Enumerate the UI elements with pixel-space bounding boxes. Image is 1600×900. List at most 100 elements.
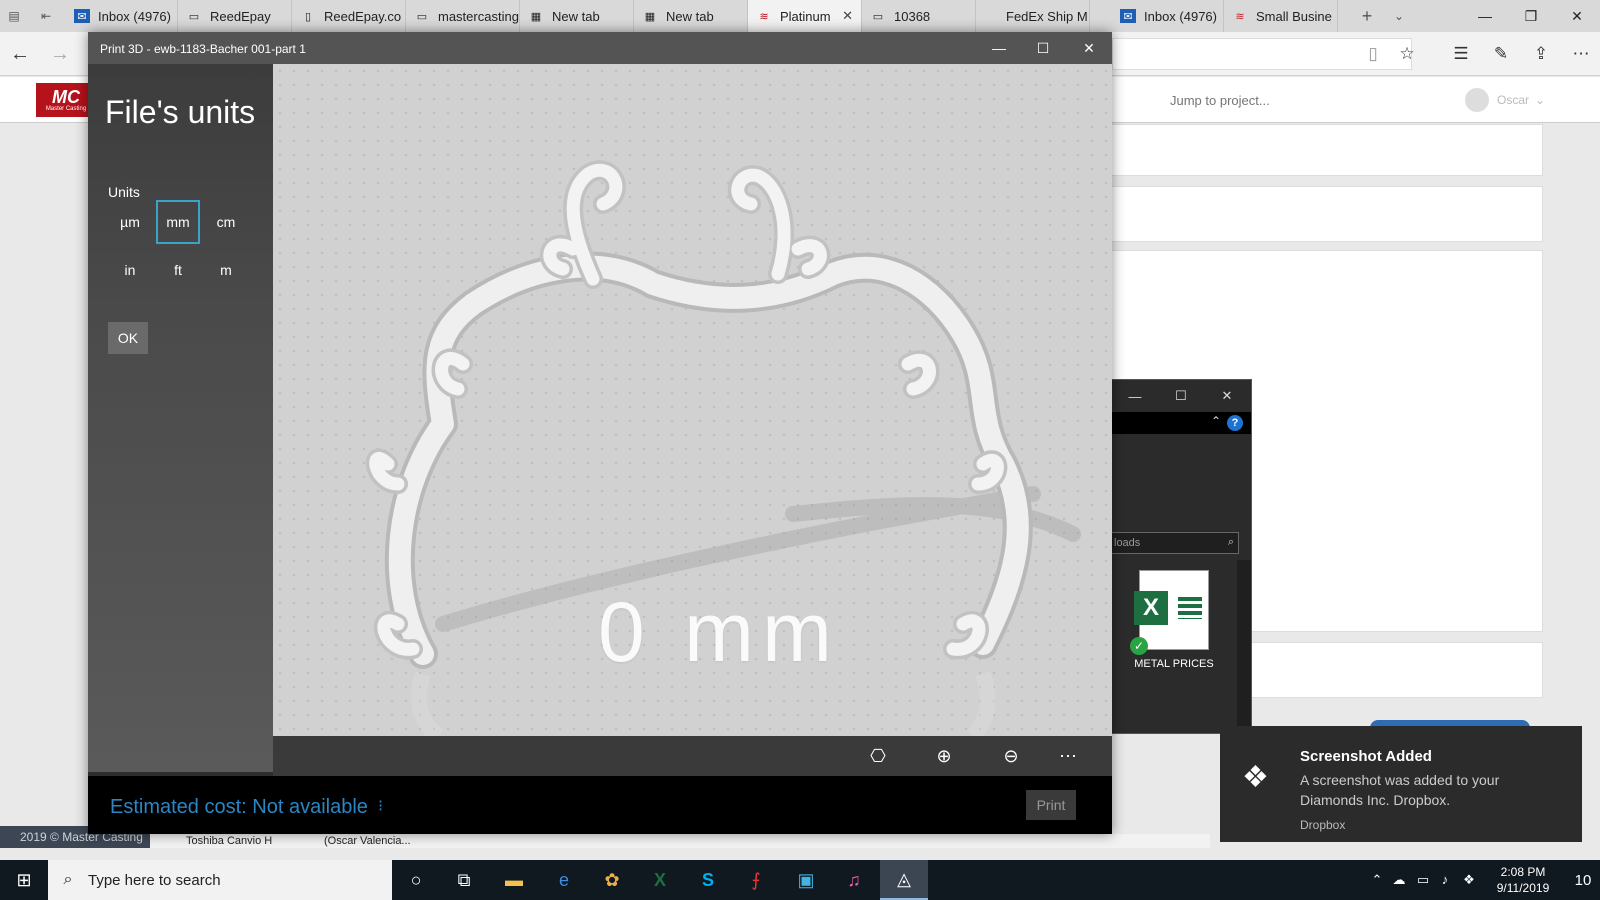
close-icon[interactable]: ✕ (1205, 380, 1249, 412)
jump-to-project-input[interactable] (1160, 85, 1450, 115)
ok-button[interactable]: OK (108, 322, 148, 354)
scrollbar[interactable] (1237, 560, 1251, 733)
drive-item[interactable]: Toshiba Canvio H (186, 835, 272, 847)
tab-inbox-2[interactable]: ✉ Inbox (4976) (1112, 0, 1224, 32)
maximize-icon[interactable]: ☐ (1020, 32, 1066, 64)
newtab-icon: ▦ (644, 10, 656, 23)
tab-mastercasting[interactable]: ▭ mastercasting (406, 0, 520, 32)
share-icon[interactable]: ⇪ (1528, 42, 1554, 66)
tab-inbox-1[interactable]: ✉ Inbox (4976) (66, 0, 178, 32)
tab-label: 10368 (894, 8, 931, 24)
estimated-cost: Estimated cost: Not available (110, 796, 368, 818)
tab-platinum[interactable]: ≋ Platinum ✕ (748, 0, 862, 32)
explorer-status-strip: Toshiba Canvio H (Oscar Valencia... (150, 834, 1210, 848)
brand-icon: ≋ (1235, 10, 1245, 23)
tab-label: mastercasting (438, 8, 519, 24)
user-menu[interactable]: Oscar ⌄ (1465, 85, 1545, 115)
back-icon[interactable]: ← (4, 40, 36, 68)
skype-icon[interactable]: S (684, 860, 732, 900)
tab-new-2[interactable]: ▦ New tab (634, 0, 748, 32)
excel-file-icon: X ✓ (1130, 570, 1209, 655)
volume-icon[interactable]: ♪ (1434, 872, 1456, 890)
unit-option-cm[interactable]: cm (204, 200, 248, 244)
tab-10368[interactable]: ▭ 10368 (862, 0, 976, 32)
set-aside-tabs-icon[interactable]: ⇤ (32, 0, 60, 32)
tab-new-1[interactable]: ▦ New tab (520, 0, 634, 32)
favorites-hub-icon[interactable]: ☰ (1448, 42, 1474, 66)
pen-icon[interactable]: ✎ (1488, 42, 1514, 66)
site-panel (1100, 186, 1543, 242)
unit-option-ft[interactable]: ft (156, 248, 200, 292)
notification-count: 10 (1574, 871, 1592, 889)
close-icon[interactable]: ✕ (1554, 0, 1600, 32)
outlook-icon: ✉ (1120, 9, 1136, 23)
tab-label: FedEx Ship M (1006, 8, 1088, 24)
tab-label: New tab (666, 8, 714, 24)
tab-fedex[interactable]: FedEx Ship M (976, 0, 1090, 32)
excel-icon[interactable]: X (636, 860, 684, 900)
unit-option-mm[interactable]: mm (156, 200, 200, 244)
favorite-star-icon[interactable]: ☆ (1394, 42, 1420, 66)
itunes-icon[interactable]: ♫ (830, 860, 878, 900)
tab-actions-icon[interactable]: ▤ (0, 0, 28, 32)
zoom-out-icon[interactable]: ⊖ (991, 740, 1031, 772)
paint-icon[interactable]: ✿ (588, 860, 636, 900)
task-view-icon[interactable]: ⧉ (440, 860, 488, 900)
dropbox-tray-icon[interactable]: ❖ (1458, 872, 1480, 890)
window-title: Print 3D - ewb-1183-Bacher 001-part 1 (88, 32, 1112, 64)
tab-reedepay-co[interactable]: ▯ ReedEpay.co (292, 0, 406, 32)
action-center-icon[interactable]: 10 (1566, 860, 1600, 900)
clock[interactable]: 2:08 PM 9/11/2019 (1480, 864, 1566, 896)
windows-start-icon[interactable]: ⊞ (0, 860, 48, 900)
minimize-icon[interactable]: — (1462, 0, 1508, 32)
taskbar-search[interactable]: ⌕ Type here to search (48, 860, 392, 900)
site-panel (1100, 124, 1543, 176)
site-logo[interactable]: MC Master Casting (36, 83, 96, 117)
network-icon[interactable]: ▭ (1412, 872, 1434, 890)
reset-view-icon[interactable]: ⎔ (858, 740, 898, 772)
zoom-in-icon[interactable]: ⊕ (924, 740, 964, 772)
photos-icon[interactable]: ▣ (782, 860, 830, 900)
explorer-search-input[interactable]: loads ⌕ (1111, 532, 1239, 554)
collapse-ribbon-icon[interactable]: ⌃ (1211, 414, 1221, 428)
page-icon: ▭ (188, 10, 200, 23)
user-name: Oscar (1497, 93, 1530, 107)
tab-reedepay[interactable]: ▭ ReedEpay (178, 0, 292, 32)
new-tab-icon[interactable]: + (1352, 0, 1382, 32)
restore-icon[interactable]: ❐ (1508, 0, 1554, 32)
unit-option-in[interactable]: in (108, 248, 152, 292)
unit-option-m[interactable]: m (204, 248, 248, 292)
file-explorer-icon[interactable]: ▬ (490, 860, 538, 900)
minimize-icon[interactable]: — (1113, 380, 1157, 412)
tab-preview-chevron-icon[interactable]: ⌄ (1384, 0, 1414, 32)
print-button[interactable]: Print (1026, 790, 1076, 820)
3d-viewport[interactable]: 0 mm (273, 64, 1112, 736)
file-item[interactable]: X ✓ METAL PRICES (1119, 570, 1229, 670)
newtab-icon: ▦ (530, 10, 542, 23)
show-hidden-icons-icon[interactable]: ⌃ (1366, 872, 1388, 890)
onedrive-icon[interactable]: ☁ (1388, 872, 1410, 890)
close-tab-icon[interactable]: ✕ (842, 8, 853, 24)
chevron-down-icon: ⌄ (1535, 93, 1546, 107)
dropbox-notification[interactable]: ❖ Screenshot Added A screenshot was adde… (1220, 726, 1582, 842)
loading-spinner-icon: ⁝ (378, 798, 384, 815)
cortana-icon[interactable]: ○ (392, 860, 440, 900)
tab-small-business[interactable]: ≋ Small Busine (1224, 0, 1338, 32)
help-icon[interactable]: ? (1227, 415, 1243, 431)
edge-icon[interactable]: e (540, 860, 588, 900)
unit-option-um[interactable]: µm (108, 200, 152, 244)
forward-icon[interactable]: → (44, 40, 76, 68)
close-icon[interactable]: ✕ (1066, 32, 1112, 64)
maximize-icon[interactable]: ☐ (1159, 380, 1203, 412)
print-3d-icon[interactable]: ◬ (880, 860, 928, 900)
reading-view-icon[interactable]: ▯ (1360, 42, 1386, 66)
more-icon[interactable]: ⋯ (1568, 42, 1594, 66)
minimize-icon[interactable]: — (976, 32, 1022, 64)
more-options-icon[interactable]: ⋯ (1048, 740, 1088, 772)
doc-icon: ▯ (304, 10, 312, 23)
dimension-readout: 0 mm (598, 585, 840, 679)
user-folder-item[interactable]: (Oscar Valencia... (324, 835, 411, 847)
viewport-toolbar: ⎔ ⊕ ⊖ ⋯ (273, 736, 1112, 776)
panel-title: File's units (105, 94, 256, 130)
acrobat-icon[interactable]: ⨍ (732, 860, 780, 900)
